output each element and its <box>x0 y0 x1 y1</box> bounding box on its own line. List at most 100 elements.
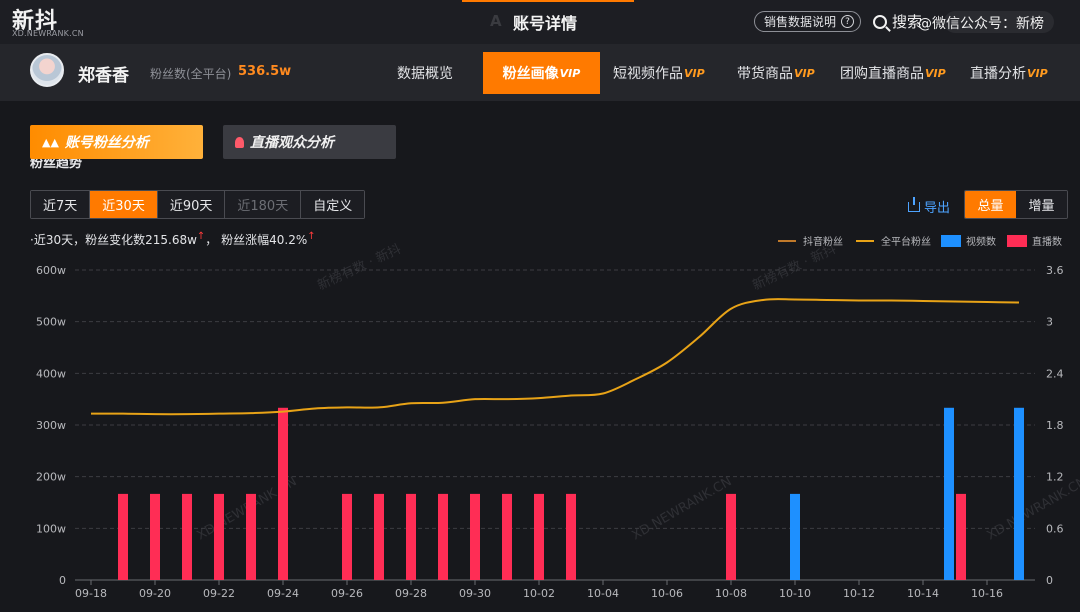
live-count-bar <box>534 493 544 580</box>
video-count-bar <box>944 407 954 580</box>
legend-live-count-marker <box>1007 235 1027 247</box>
tab-label: 直播分析 <box>970 66 1026 82</box>
fans-count-label: 粉丝数(全平台) <box>150 67 232 81</box>
tab-fans-profile[interactable]: 粉丝画像 VIP <box>483 52 600 94</box>
video-count-bar <box>790 493 800 580</box>
vip-badge: VIP <box>925 66 946 80</box>
search-button[interactable]: 搜索 <box>873 11 922 32</box>
page-title: 账号详情 <box>513 14 578 33</box>
live-count-bar <box>342 493 352 580</box>
subtab-label: 账号粉丝分析 <box>64 135 149 151</box>
wechat-watermark: @微信公众号：新榜 <box>918 16 1044 32</box>
live-count-bar <box>374 493 384 580</box>
live-count-bar <box>118 493 128 580</box>
account-name: 郑香香 <box>78 66 129 86</box>
watermark-text: 新榜有数 · 新抖 <box>315 241 404 294</box>
legend-live-count: 直播数 <box>1032 235 1062 248</box>
video-count-bar <box>1014 407 1024 580</box>
x-tick-label: 10-02 <box>523 587 555 600</box>
x-tick-label: 10-12 <box>843 587 875 600</box>
increment-button[interactable]: 增量 <box>1016 191 1067 218</box>
live-count-bar <box>214 493 224 580</box>
x-tick-label: 10-14 <box>907 587 939 600</box>
range-7-days-button[interactable]: 近7天 <box>31 191 91 218</box>
y-left-tick-label: 600w <box>36 264 66 277</box>
subtab-account-fans-analysis[interactable]: ▲▲ 账号粉丝分析 <box>30 125 203 159</box>
range-90-days-button[interactable]: 近90天 <box>157 191 226 218</box>
y-right-tick-label: 0 <box>1046 574 1053 587</box>
question-circle-icon: ? <box>841 15 855 28</box>
y-right-tick-label: 1.2 <box>1046 471 1064 484</box>
tab-label: 粉丝画像 <box>502 66 559 82</box>
live-count-bar <box>246 493 256 580</box>
total-button[interactable]: 总量 <box>965 191 1016 218</box>
total-increment-toggle: 总量 增量 <box>964 190 1068 219</box>
live-count-bar <box>438 493 448 580</box>
y-left-tick-label: 200w <box>36 471 66 484</box>
live-count-bar <box>278 407 288 580</box>
download-icon <box>908 196 920 212</box>
tab-live-analysis[interactable]: 直播分析 VIP <box>970 52 1048 94</box>
person-icon <box>235 136 244 148</box>
live-count-bar <box>726 493 736 580</box>
y-left-tick-label: 400w <box>36 367 66 380</box>
x-tick-label: 10-10 <box>779 587 811 600</box>
y-right-tick-label: 0.6 <box>1046 522 1064 535</box>
watermark-text: XD.NEWRANK.CN <box>985 474 1080 543</box>
tab-label: 团购直播商品 <box>840 66 924 82</box>
legend-platform-fans: 全平台粉丝 <box>881 235 931 248</box>
legend-douyin-fans: 抖音粉丝 <box>803 235 843 248</box>
tab-label: 数据概览 <box>397 66 453 82</box>
tab-label: 带货商品 <box>737 66 793 82</box>
tab-group-live-products[interactable]: 团购直播商品 VIP <box>840 52 946 94</box>
date-range-selector: 近7天 近30天 近90天 近180天 自定义 <box>30 190 366 219</box>
live-count-bar <box>566 493 576 580</box>
range-180-days-button[interactable]: 近180天 <box>225 191 302 218</box>
legend-video-count: 视频数 <box>966 235 996 248</box>
live-count-bar <box>470 493 480 580</box>
subtab-label: 直播观众分析 <box>250 135 334 151</box>
fans-count-value: 536.5w <box>238 64 292 79</box>
tab-data-overview[interactable]: 数据概览 <box>397 52 453 94</box>
y-left-tick-label: 300w <box>36 419 66 432</box>
vip-badge: VIP <box>794 66 815 80</box>
y-right-tick-label: 1.8 <box>1046 419 1064 432</box>
x-tick-label: 09-20 <box>139 587 171 600</box>
logo-subtitle: XD.NEWRANK.CN <box>12 29 84 38</box>
fans-icon: ▲▲ <box>42 135 59 149</box>
x-tick-label: 09-30 <box>459 587 491 600</box>
x-tick-label: 09-28 <box>395 587 427 600</box>
top-bar: 新抖 XD.NEWRANK.CN A T 账号详情 销售数据说明 ? 搜索 @微… <box>0 0 1080 44</box>
export-button[interactable]: 导出 <box>908 196 951 216</box>
export-label: 导出 <box>924 201 951 216</box>
y-right-tick-label: 3.6 <box>1046 264 1064 277</box>
y-right-tick-label: 3 <box>1046 316 1053 329</box>
y-left-tick-label: 100w <box>36 522 66 535</box>
sales-data-help-button[interactable]: 销售数据说明 ? <box>754 11 862 32</box>
tab-short-videos[interactable]: 短视频作品 VIP <box>613 52 705 94</box>
title-accent-line <box>462 0 634 2</box>
live-count-bar <box>502 493 512 580</box>
live-count-bar <box>956 493 966 580</box>
x-tick-label: 10-04 <box>587 587 619 600</box>
vip-badge: VIP <box>1027 66 1048 80</box>
sales-help-label: 销售数据说明 <box>764 15 837 29</box>
tab-products[interactable]: 带货商品 VIP <box>737 52 815 94</box>
live-count-bar <box>182 493 192 580</box>
range-30-days-button[interactable]: 近30天 <box>90 191 158 218</box>
tab-label: 短视频作品 <box>613 66 683 82</box>
account-bar: 郑香香 粉丝数(全平台) 536.5w 数据概览 粉丝画像 VIP 短视频作品 VI… <box>0 44 1080 101</box>
live-count-bar <box>406 493 416 580</box>
platform-fans-line <box>90 298 1020 416</box>
watermark-text: XD.NEWRANK.CN <box>630 474 735 543</box>
x-tick-label: 10-16 <box>971 587 1003 600</box>
x-tick-label: 10-08 <box>715 587 747 600</box>
fans-trend-chart: 新榜有数 · 新抖 新榜有数 · 新抖 XD.NEWRANK.CN XD.NEWRAN… <box>36 235 1080 600</box>
y-right-tick-label: 2.4 <box>1046 367 1064 380</box>
range-custom-button[interactable]: 自定义 <box>301 191 365 218</box>
watermark-text: 新榜有数 · 新抖 <box>750 241 839 294</box>
y-left-tick-label: 0 <box>59 574 66 587</box>
x-tick-label: 09-18 <box>75 587 107 600</box>
subtab-live-audience-analysis[interactable]: 直播观众分析 <box>223 125 396 159</box>
avatar[interactable] <box>30 53 64 87</box>
